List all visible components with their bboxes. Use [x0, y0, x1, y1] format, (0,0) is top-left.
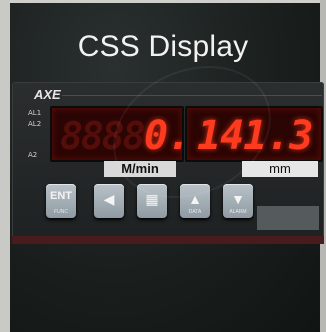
button-sublabel: FUNC — [54, 209, 68, 215]
page-title: CSS Display — [77, 30, 249, 63]
ent-button[interactable]: ENT FUNC — [46, 184, 76, 218]
brand-logo: AXE — [34, 87, 61, 102]
side-label-al1: AL1 — [28, 109, 42, 117]
side-label-al2: AL2 — [28, 120, 42, 128]
frame-top — [0, 0, 326, 3]
button-sublabel: ALARM — [229, 209, 247, 215]
blank-label-plate — [257, 206, 319, 230]
button-sublabel: DATA — [188, 209, 202, 215]
down-button[interactable]: ▼ ALARM — [223, 184, 253, 218]
arrow-left-icon: ◀ — [103, 191, 115, 207]
meter-bottom-edge — [12, 236, 324, 244]
unit-label-length: mm — [242, 161, 318, 177]
arrow-down-icon: ▼ — [231, 191, 245, 207]
side-label-a2: A2 — [28, 151, 38, 159]
ent-icon: ENT — [50, 190, 72, 202]
shift-left-button[interactable]: ◀ — [94, 184, 124, 218]
